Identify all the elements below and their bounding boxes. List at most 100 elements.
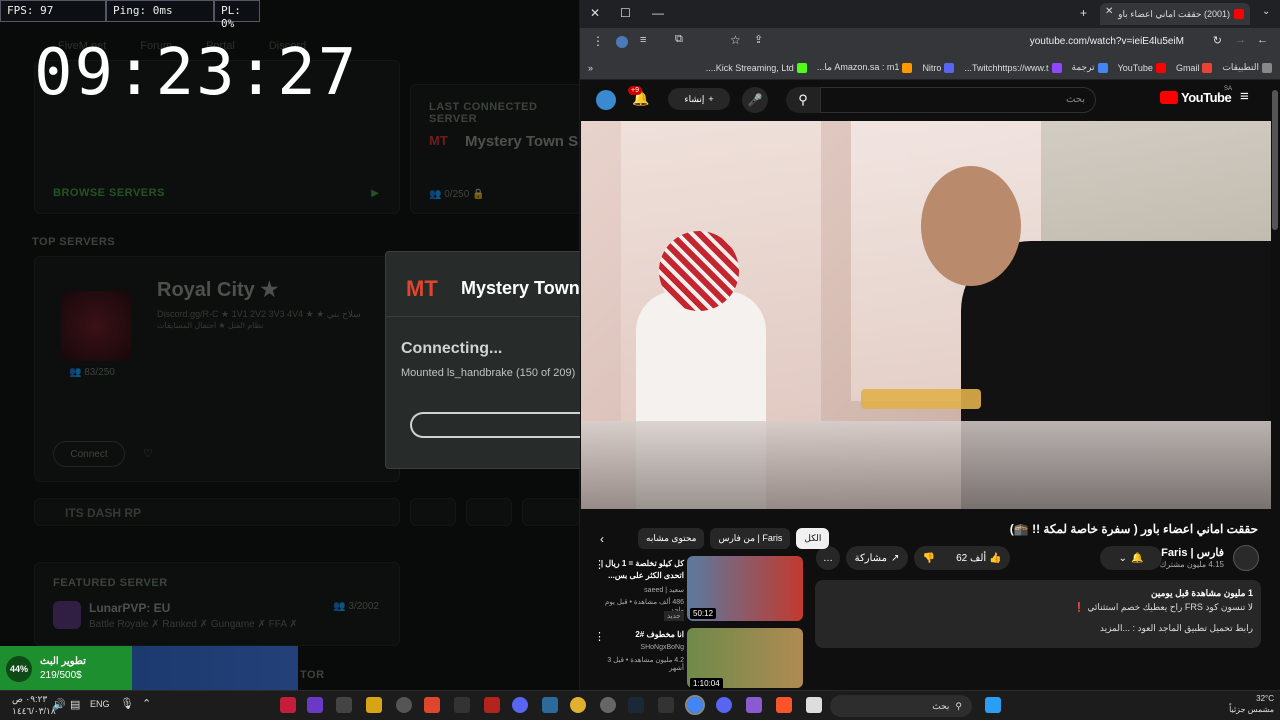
bookmark-star-icon[interactable]: ☆ (730, 33, 741, 47)
page-scrollbar[interactable] (1272, 90, 1278, 230)
bookmark-translate[interactable]: ترجمة (1072, 62, 1108, 73)
share-button[interactable]: مشاركة ↗ (846, 546, 908, 570)
heart-icon[interactable]: ♡ (143, 447, 153, 460)
chips-next-icon[interactable]: ‹ (600, 532, 604, 546)
app-icon-8[interactable] (484, 697, 500, 713)
bookmark-amazon[interactable]: Amazon.sa : m1 ما... (817, 62, 913, 73)
channel-avatar[interactable] (1233, 545, 1259, 571)
app-icon-16[interactable] (716, 697, 732, 713)
search-input[interactable]: بحث (820, 87, 1096, 113)
fivem-taskbar-icon[interactable] (424, 697, 440, 713)
steam-icon[interactable] (628, 697, 644, 713)
last-connected-label: LAST CONNECTED SERVER (429, 101, 538, 125)
voice-search-icon[interactable]: 🎤 (742, 87, 768, 113)
back-icon[interactable]: ← (1257, 34, 1268, 46)
subscribe-bell-button[interactable]: ⌄ 🔔 (1100, 546, 1162, 570)
chip-all[interactable]: الكل (796, 528, 830, 549)
its-dash-card[interactable]: ITS DASH RP (34, 498, 400, 526)
volume-icon[interactable]: 🔊 (52, 698, 66, 711)
dislike-button[interactable]: 👎 (923, 553, 935, 564)
featured-card[interactable]: FEATURED SERVER LunarPVP: EU Battle Roya… (34, 562, 400, 646)
language-indicator[interactable]: ENG (90, 699, 110, 709)
royal-city-card[interactable]: Royal City ★ Discord.gg/R-C ★ 1V1 2V2 3V… (34, 256, 400, 482)
app-icon-12[interactable] (600, 697, 616, 713)
bookmark-label: Gmail (1175, 62, 1200, 73)
app-icon-17[interactable] (746, 697, 762, 713)
bookmark-kick[interactable]: Kick Streaming, Ltd.... (706, 62, 807, 73)
bookmark-nitro[interactable]: Nitro (922, 62, 955, 73)
minimize-icon[interactable]: — (652, 6, 664, 20)
youtube-logo-icon[interactable] (1160, 91, 1178, 104)
royal-city-desc: Discord.gg/R-C ★ 1V1 2V2 3V3 4V4 ★ ★ سلا… (157, 309, 361, 319)
app-icon-4[interactable] (366, 697, 382, 713)
connecting-detail: Mounted ls_handbrake (150 of 209) (401, 367, 576, 379)
server-tile-2[interactable] (466, 498, 512, 526)
discord-taskbar-icon[interactable] (512, 697, 528, 713)
modal-title: Mystery Town (461, 278, 580, 298)
weather-desc: مشمس جزئياً (1229, 705, 1274, 714)
app-icon-7[interactable] (454, 697, 470, 713)
account-avatar[interactable] (596, 90, 616, 110)
app-icon-11[interactable] (570, 697, 586, 713)
brave-icon[interactable] (776, 697, 792, 713)
bookmark-apps[interactable]: التطبيقات (1222, 62, 1272, 73)
app-icon-2[interactable] (307, 697, 323, 713)
weather-widget[interactable]: 32°C مشمس جزئياً (1210, 693, 1274, 715)
playlist-icon[interactable]: ≡ (640, 34, 646, 46)
create-button[interactable]: إنشاء + (668, 88, 730, 110)
tray-overflow-icon[interactable]: ⌃ (142, 697, 151, 710)
server-tile-3[interactable] (522, 498, 580, 526)
like-count: 62 ألف (956, 552, 987, 564)
goal-progress-track (132, 646, 298, 690)
app-icon-14[interactable] (658, 697, 674, 713)
maximize-icon[interactable]: ☐ (620, 6, 631, 20)
tray-clock[interactable]: ٠٩:٢٣ ص ١٤٤٦/٠٣/١٨ (12, 693, 56, 717)
chip-from-faris[interactable]: من فارس | Faris (710, 528, 791, 549)
last-server-card[interactable]: LAST CONNECTED SERVER MT Mystery Town S … (410, 84, 580, 214)
bookmark-gmail[interactable]: Gmail (1175, 62, 1213, 73)
network-icon[interactable]: ▤ (70, 698, 80, 711)
new-tab-icon[interactable]: + (1080, 6, 1087, 20)
tray-time: ٠٩:٢٣ ص (12, 694, 48, 704)
forward-icon[interactable]: → (1235, 34, 1246, 46)
rec-menu-icon[interactable]: ⋮ (594, 558, 605, 571)
tab-youtube[interactable]: (2001) حققت اماني اعضاء باو (1100, 3, 1250, 25)
windows-start-icon[interactable] (985, 697, 1001, 713)
chrome-taskbar-icon[interactable] (685, 695, 705, 715)
connect-button[interactable]: Connect (53, 441, 125, 467)
search-icon[interactable]: ⚲ (786, 87, 820, 113)
overlay-clock: 09:23:27 (34, 36, 359, 110)
file-explorer-icon[interactable] (806, 697, 822, 713)
app-icon-10[interactable] (542, 697, 558, 713)
menu-dots-icon[interactable]: ⋮ (592, 34, 604, 48)
share-page-icon[interactable]: ⇪ (754, 33, 763, 46)
extensions-icon[interactable]: ⧉ (675, 33, 683, 46)
profile-avatar[interactable] (616, 36, 628, 48)
app-icon-3[interactable] (336, 697, 352, 713)
video-player[interactable] (581, 121, 1271, 509)
fps-readout: FPS: 97 (0, 0, 106, 22)
mic-icon[interactable]: 🎙 (120, 697, 134, 710)
more-actions-button[interactable]: … (816, 546, 840, 570)
bookmark-youtube[interactable]: YouTube (1118, 62, 1166, 73)
reload-icon[interactable]: ↻ (1213, 34, 1222, 47)
youtube-logo-text[interactable]: YouTube (1181, 90, 1232, 105)
bookmarks-overflow-icon[interactable]: « (588, 63, 593, 73)
like-button[interactable]: 62 ألف 👍 (956, 553, 1001, 564)
tab-search-icon[interactable]: ⌄ (1262, 6, 1270, 17)
twitch-icon (1051, 62, 1062, 73)
taskbar-search[interactable]: بحث ⚲ (830, 695, 972, 717)
bookmark-twitch[interactable]: Twitchhttps://www.t... (964, 62, 1062, 73)
cancel-button[interactable] (410, 412, 580, 438)
browse-servers-label[interactable]: BROWSE SERVERS (53, 187, 165, 199)
hamburger-menu-icon[interactable]: ≡ (1240, 88, 1249, 105)
app-icon-1[interactable] (280, 697, 296, 713)
rec-menu-icon[interactable]: ⋮ (594, 630, 605, 643)
chip-similar[interactable]: محتوى مشابه (638, 528, 705, 549)
description-box[interactable]: 1 مليون مشاهدة قبل يومين لا تنسون كود FR… (815, 580, 1261, 648)
close-window-icon[interactable]: ✕ (590, 6, 600, 20)
tab-close-icon[interactable]: ✕ (1105, 6, 1113, 17)
app-icon-5[interactable] (396, 697, 412, 713)
url-text[interactable]: youtube.com/watch?v=ieiE4lu5eiM (1030, 36, 1184, 47)
server-tile-1[interactable] (410, 498, 456, 526)
